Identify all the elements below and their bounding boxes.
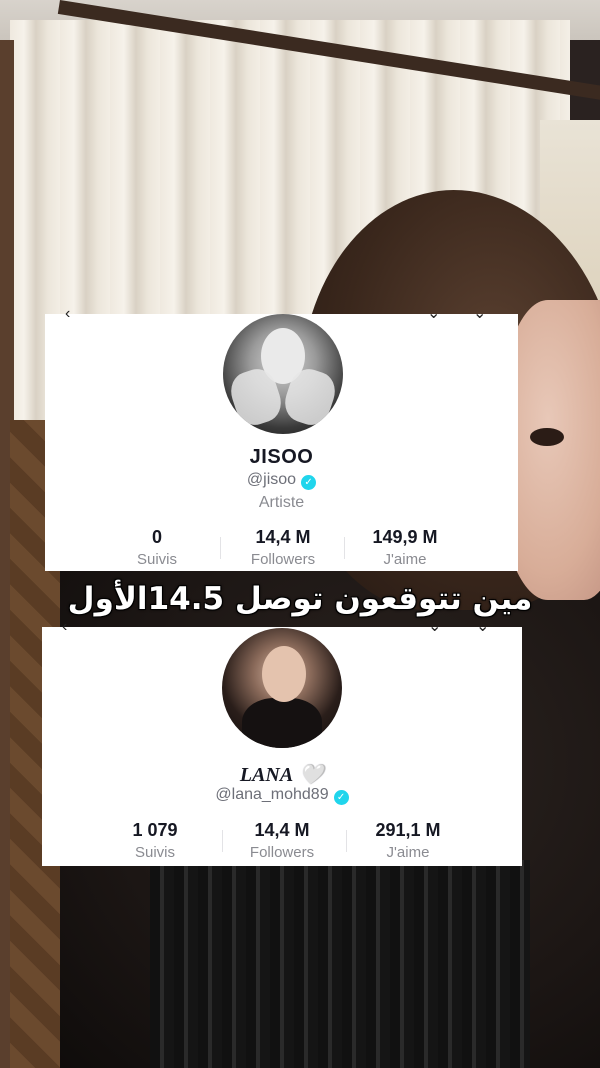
stats-row: 1 079 Suivis 14,4 M Followers 291,1 M J'… — [42, 820, 522, 864]
share-icon[interactable]: ⌄ — [476, 619, 489, 635]
verified-badge-icon: ✓ — [333, 790, 349, 805]
stat-value: 1 079 — [132, 820, 178, 840]
stat-followers[interactable]: 14,4 M Followers — [232, 820, 332, 861]
display-name: LANA 🤍 — [42, 762, 522, 787]
stat-label: Suivis — [136, 551, 177, 568]
bell-icon[interactable]: ⌄ — [428, 619, 441, 635]
stat-following[interactable]: 1 079 Suivis — [105, 820, 205, 861]
divider — [344, 537, 345, 559]
stat-value: 14,4 M — [254, 820, 310, 840]
verified-badge-icon: ✓ — [301, 475, 317, 490]
stat-likes[interactable]: 149,9 M J'aime — [355, 527, 455, 568]
stat-value: 14,4 M — [255, 527, 311, 547]
stat-label: Suivis — [134, 844, 175, 861]
username: @lana_mohd89 ✓ — [42, 786, 522, 805]
stat-value: 291,1 M — [375, 820, 441, 840]
username: @jisoo ✓ — [45, 471, 518, 490]
jacket-fringe — [150, 860, 530, 1068]
profile-card-jisoo: ‹ ⌄ ⌄ JISOO @jisoo ✓ Artiste 0 Suivis 14,… — [45, 306, 518, 571]
divider — [222, 830, 223, 852]
avatar-body — [242, 698, 322, 748]
share-icon[interactable]: ⌄ — [473, 306, 486, 322]
avatar[interactable] — [222, 628, 342, 748]
avatar[interactable] — [223, 314, 343, 434]
white-heart-icon: 🤍 — [299, 764, 325, 786]
stat-likes[interactable]: 291,1 M J'aime — [358, 820, 458, 861]
video-caption: مين تتوقعون توصل 14.5الأول — [67, 581, 533, 617]
category-label: Artiste — [258, 494, 305, 511]
stats-row: 0 Suivis 14,4 M Followers 149,9 M J'aime — [45, 527, 518, 571]
stat-label: Followers — [249, 844, 315, 861]
stat-value: 149,9 M — [372, 527, 438, 547]
divider — [220, 537, 221, 559]
display-name-text: LANA — [239, 764, 294, 786]
stat-followers[interactable]: 14,4 M Followers — [233, 527, 333, 568]
back-arrow-icon[interactable]: ‹ — [65, 306, 70, 322]
stat-following[interactable]: 0 Suivis — [107, 527, 207, 568]
avatar-face — [262, 646, 306, 702]
divider — [346, 830, 347, 852]
username-text: @lana_mohd89 — [215, 786, 329, 803]
display-name-text: JISOO — [249, 446, 314, 468]
bell-icon[interactable]: ⌄ — [427, 306, 440, 322]
profile-card-lana: ‹ ⌄ ⌄ LANA 🤍 @lana_mohd89 ✓ 1 079 Suivis 1… — [42, 619, 522, 866]
stat-value: 0 — [151, 527, 162, 547]
username-text: @jisoo — [246, 471, 297, 488]
stat-label: Followers — [250, 551, 316, 568]
stat-label: J'aime — [383, 551, 427, 568]
display-name: JISOO — [45, 446, 518, 469]
stat-label: J'aime — [386, 844, 430, 861]
eye — [530, 428, 564, 446]
back-arrow-icon[interactable]: ‹ — [62, 619, 67, 635]
